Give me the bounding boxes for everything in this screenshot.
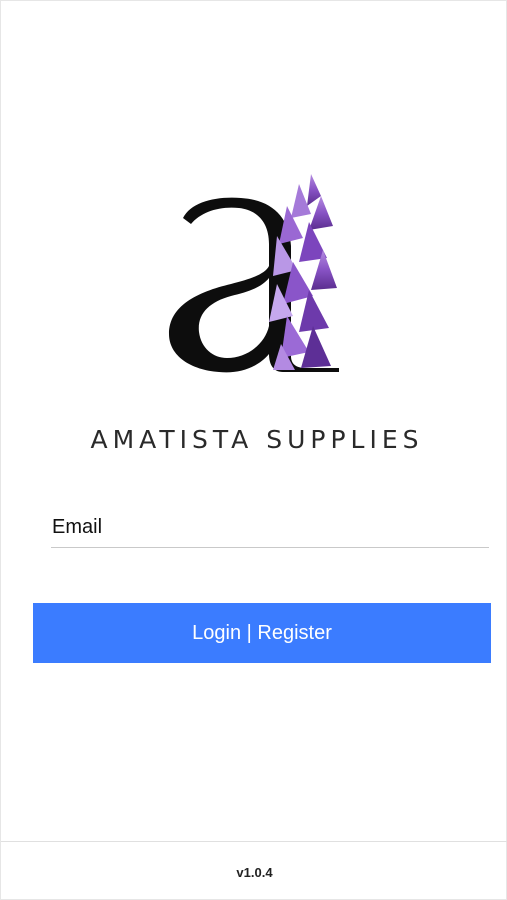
version-label: v1.0.4 — [236, 865, 273, 880]
footer-divider — [1, 841, 507, 842]
email-input[interactable] — [51, 499, 489, 548]
amatista-logo-icon — [169, 174, 339, 373]
login-screen: AMATISTA SUPPLIES Login | Register v1.0.… — [0, 0, 507, 900]
login-register-button[interactable]: Login | Register — [33, 603, 491, 663]
brand-name: AMATISTA SUPPLIES — [90, 425, 424, 454]
